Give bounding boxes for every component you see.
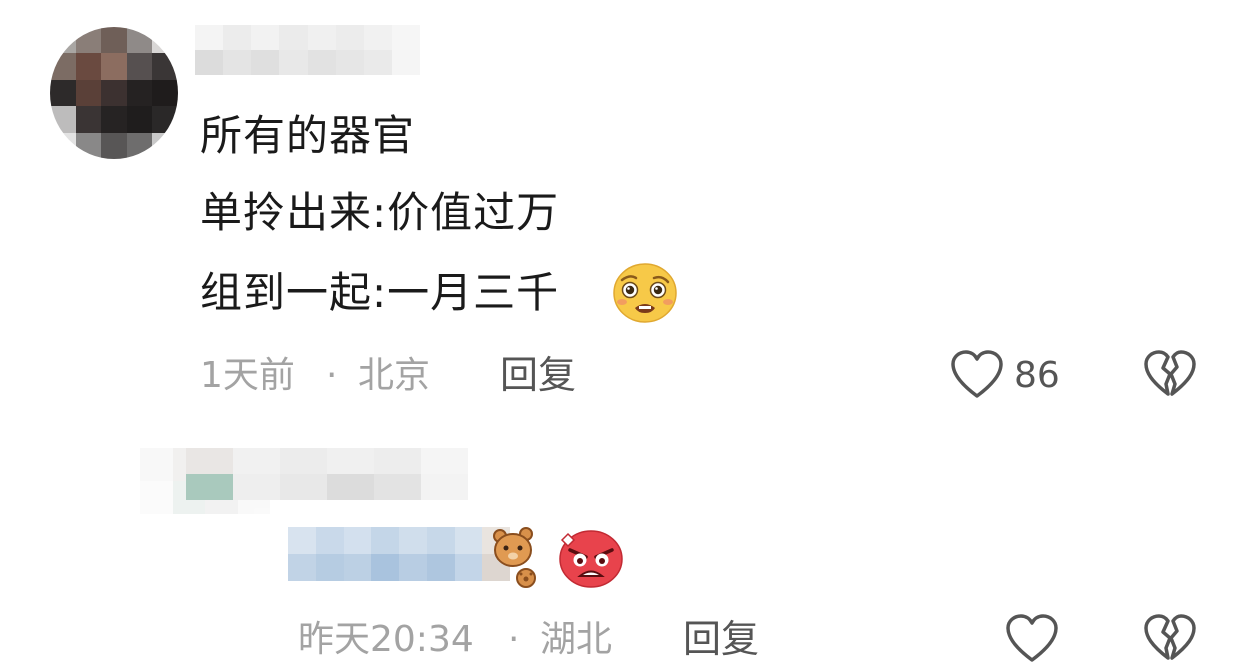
broken-heart-icon[interactable] xyxy=(1144,350,1196,398)
angry-face-icon xyxy=(556,526,626,588)
reply-button[interactable]: 回复 xyxy=(500,356,576,394)
comment-time: 1天前 xyxy=(200,355,295,396)
broken-heart-icon[interactable] xyxy=(1144,614,1196,662)
heart-outline-icon[interactable] xyxy=(950,350,1004,400)
meta-separator: · xyxy=(508,619,520,660)
pleading-face-icon xyxy=(612,262,678,324)
comment-text-blurred xyxy=(288,527,510,581)
comment-time: 昨天20:34 xyxy=(298,619,474,660)
heart-outline-icon[interactable] xyxy=(1005,614,1059,664)
comment-location: 湖北 xyxy=(540,619,613,660)
comment-line-3: 组到一起:一月三千 xyxy=(200,268,560,317)
bear-sticker-icon xyxy=(492,526,538,590)
comment-line-1: 所有的器官 xyxy=(200,111,416,160)
comment-line-2: 单拎出来:价值过万 xyxy=(200,188,560,237)
username-blurred[interactable] xyxy=(186,448,468,500)
comment-location: 北京 xyxy=(358,355,431,396)
meta-separator: · xyxy=(326,355,338,396)
like-count: 86 xyxy=(1014,355,1060,396)
reply-button[interactable]: 回复 xyxy=(683,620,759,658)
avatar[interactable] xyxy=(50,27,178,159)
username-blurred[interactable] xyxy=(195,25,420,75)
